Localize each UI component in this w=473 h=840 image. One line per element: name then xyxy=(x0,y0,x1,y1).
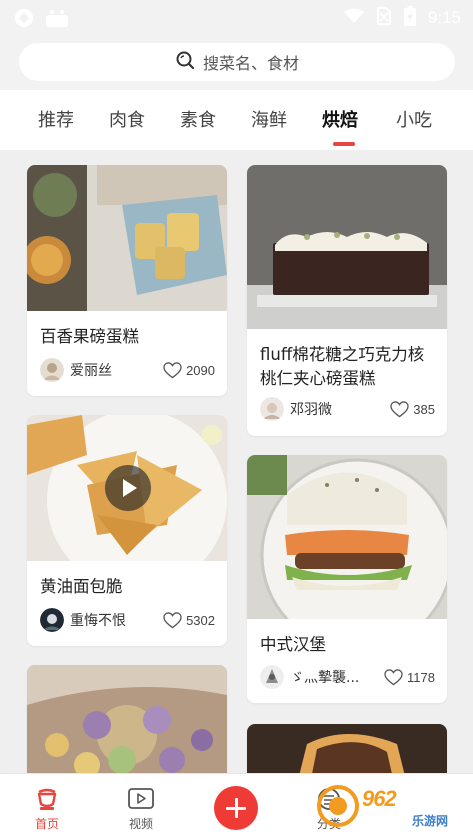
recipe-card[interactable]: 黄油面包脆 重悔不恨 5302 xyxy=(27,415,227,646)
recipe-card[interactable]: 中式汉堡 ゞ灬摯襲... 1178 xyxy=(247,455,447,703)
author-name[interactable]: 重悔不恨 xyxy=(70,610,163,630)
watermark-subtext: 乐游网 xyxy=(412,814,449,828)
avatar[interactable] xyxy=(260,665,284,689)
like-button[interactable]: 1178 xyxy=(384,668,435,686)
recipe-card[interactable] xyxy=(247,724,447,773)
heart-icon xyxy=(163,611,182,628)
heart-icon xyxy=(384,668,403,685)
like-button[interactable]: 5302 xyxy=(163,611,215,629)
tab-baking[interactable]: 烘焙 xyxy=(322,106,358,132)
recipe-feed[interactable]: 百香果磅蛋糕 爱丽丝 2090 fluff棉花糖之巧克力核桃仁夹心磅蛋糕 邓羽微… xyxy=(0,150,473,773)
avatar[interactable] xyxy=(40,358,64,382)
recipe-title: fluff棉花糖之巧克力核桃仁夹心磅蛋糕 xyxy=(260,345,425,388)
android-robot-icon xyxy=(44,8,70,32)
like-button[interactable]: 385 xyxy=(390,400,435,418)
recipe-image xyxy=(247,724,447,773)
search-area: 搜菜名、食材 xyxy=(0,34,473,90)
recipe-title: 中式汉堡 xyxy=(260,635,326,654)
avatar[interactable] xyxy=(260,397,284,421)
no-sim-icon xyxy=(376,7,392,29)
app-icon xyxy=(14,8,34,32)
tab-snacks[interactable]: 小吃 xyxy=(396,106,432,132)
watermark-logo: 962 乐游网 xyxy=(316,782,466,834)
recipe-title: 百香果磅蛋糕 xyxy=(40,327,139,346)
recipe-image xyxy=(27,165,227,311)
tab-meat[interactable]: 肉食 xyxy=(109,106,145,132)
avatar[interactable] xyxy=(40,608,64,632)
watermark-text: 962 xyxy=(362,786,397,811)
search-input[interactable]: 搜菜名、食材 xyxy=(19,43,455,81)
battery-icon xyxy=(403,6,416,30)
recipe-card[interactable] xyxy=(27,665,227,773)
recipe-meta: ゞ灬摯襲... 1178 xyxy=(260,664,435,690)
status-bar: 9:15 xyxy=(0,0,473,34)
recipe-image xyxy=(247,165,447,329)
like-button[interactable]: 2090 xyxy=(163,361,215,379)
tab-seafood[interactable]: 海鲜 xyxy=(251,106,287,132)
watermark-icon xyxy=(317,785,359,827)
recipe-card[interactable]: 百香果磅蛋糕 爱丽丝 2090 xyxy=(27,165,227,396)
recipe-card[interactable]: fluff棉花糖之巧克力核桃仁夹心磅蛋糕 邓羽微 385 xyxy=(247,165,447,436)
author-name[interactable]: 爱丽丝 xyxy=(70,360,163,380)
nav-video[interactable]: 视频 xyxy=(111,786,171,832)
author-name[interactable]: 邓羽微 xyxy=(290,399,390,419)
author-name[interactable]: ゞ灬摯襲... xyxy=(290,667,384,687)
like-count: 5302 xyxy=(186,612,215,628)
play-video-icon[interactable] xyxy=(105,465,151,511)
add-button[interactable] xyxy=(214,786,258,830)
recipe-meta: 邓羽微 385 xyxy=(260,396,435,422)
recipe-meta: 爱丽丝 2090 xyxy=(40,357,215,383)
recipe-image xyxy=(247,455,447,652)
search-icon xyxy=(175,50,195,74)
status-time: 9:15 xyxy=(427,8,461,27)
category-tabs: 推荐 肉食 素食 海鲜 烘焙 小吃 xyxy=(0,90,473,150)
like-count: 1178 xyxy=(407,669,435,685)
tab-active-indicator xyxy=(333,142,355,146)
chef-hat-icon xyxy=(37,788,57,810)
nav-video-label: 视频 xyxy=(128,817,153,831)
search-placeholder: 搜菜名、食材 xyxy=(202,54,299,73)
nav-home[interactable]: 首页 xyxy=(17,786,77,832)
like-count: 385 xyxy=(413,401,435,417)
heart-icon xyxy=(390,400,409,417)
recipe-meta: 重悔不恨 5302 xyxy=(40,607,215,633)
video-play-icon xyxy=(128,788,154,809)
tab-vegetarian[interactable]: 素食 xyxy=(180,106,216,132)
recipe-title: 黄油面包脆 xyxy=(40,577,123,596)
like-count: 2090 xyxy=(186,362,215,378)
recipe-image xyxy=(27,665,227,773)
wifi-icon xyxy=(343,8,364,28)
nav-home-label: 首页 xyxy=(34,817,59,831)
tab-recommend[interactable]: 推荐 xyxy=(38,106,74,132)
heart-icon xyxy=(163,361,182,378)
